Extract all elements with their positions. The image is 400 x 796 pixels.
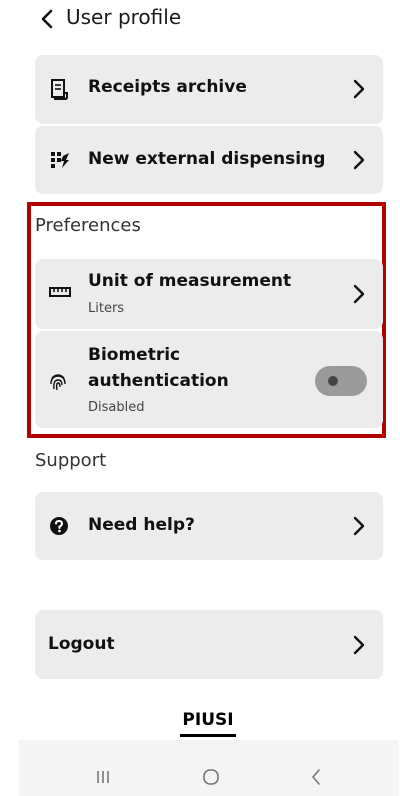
piusi-logo: PIUSI — [178, 710, 238, 738]
toggle-knob — [328, 376, 338, 386]
need-help-label: Need help? — [88, 515, 195, 535]
back-icon[interactable] — [310, 768, 322, 786]
chevron-right-icon — [353, 79, 365, 99]
home-icon[interactable] — [202, 768, 220, 786]
need-help-item[interactable]: Need help? — [35, 492, 383, 560]
biometric-toggle[interactable] — [315, 366, 367, 396]
logo-text: PIUSI — [182, 710, 234, 730]
chevron-right-icon — [353, 150, 365, 170]
new-external-dispensing-item[interactable]: New external dispensing — [35, 126, 383, 194]
biometric-status: Disabled — [88, 400, 145, 415]
logout-item[interactable]: Logout — [35, 610, 383, 679]
help-icon — [50, 517, 68, 535]
fingerprint-icon — [50, 374, 66, 391]
logout-label: Logout — [48, 634, 115, 654]
ruler-icon — [49, 287, 71, 297]
chevron-left-icon[interactable] — [38, 8, 56, 30]
receipt-icon — [51, 79, 68, 100]
dispensing-grid-icon — [51, 152, 69, 168]
preferences-section-title: Preferences — [35, 215, 141, 236]
biometric-label-line1: Biometric — [88, 345, 181, 365]
header: User profile — [0, 0, 400, 40]
chevron-right-icon — [353, 284, 365, 304]
new-external-dispensing-label: New external dispensing — [88, 149, 326, 169]
recent-apps-icon[interactable] — [96, 769, 110, 785]
chevron-right-icon — [353, 635, 365, 655]
unit-of-measurement-label: Unit of measurement — [88, 271, 292, 291]
logo-underline — [180, 734, 236, 737]
page-title: User profile — [66, 5, 182, 29]
system-navigation-bar — [19, 740, 399, 796]
receipts-archive-item[interactable]: Receipts archive — [35, 55, 383, 124]
unit-of-measurement-item[interactable]: Unit of measurement Liters — [35, 259, 383, 329]
biometric-label-line2: authentication — [88, 371, 229, 391]
unit-value: Liters — [88, 301, 125, 316]
chevron-right-icon — [353, 516, 365, 536]
support-section-title: Support — [35, 450, 107, 471]
receipts-archive-label: Receipts archive — [88, 77, 247, 97]
